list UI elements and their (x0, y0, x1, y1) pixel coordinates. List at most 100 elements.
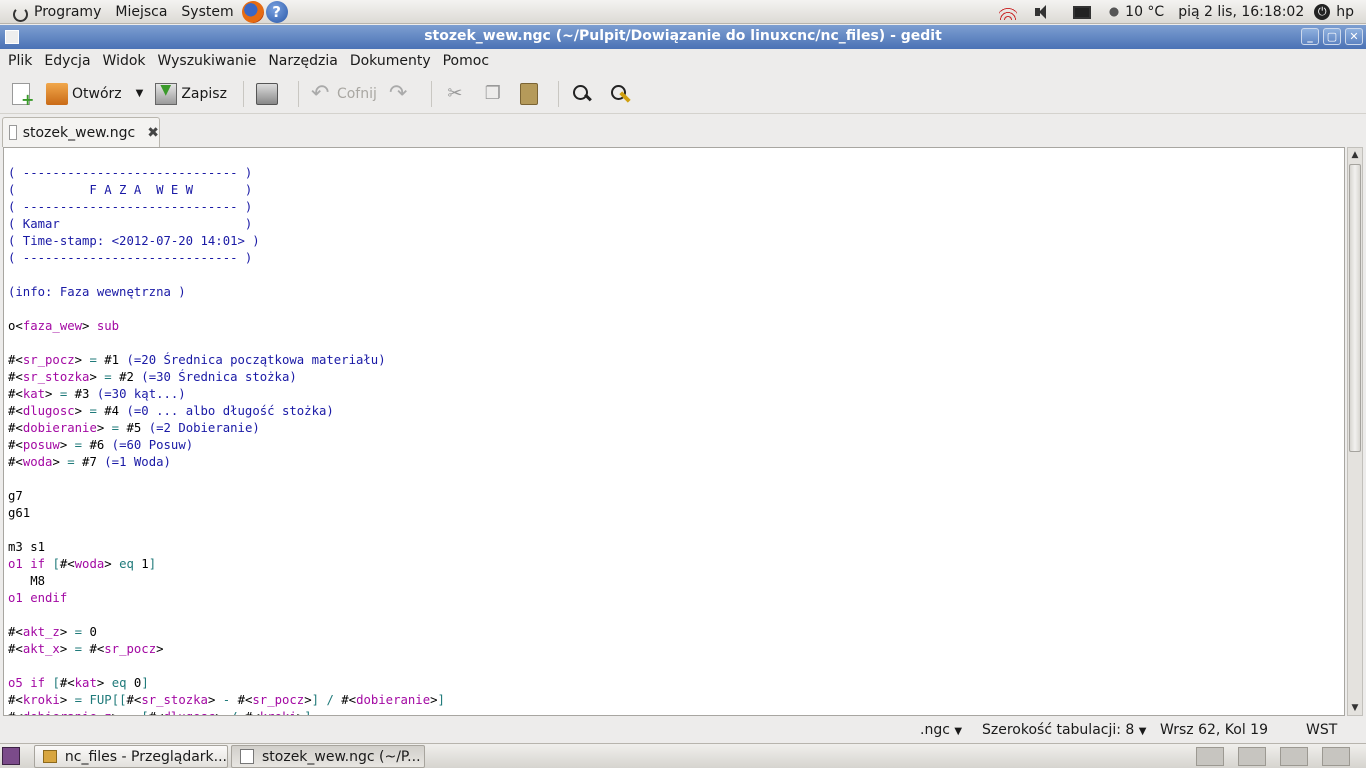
tab-stozek-wew[interactable]: stozek_wew.ngc ✖ (2, 117, 160, 147)
language-label: .ngc (920, 722, 950, 738)
printer-icon (255, 82, 278, 105)
paste-button[interactable] (516, 76, 546, 112)
wifi-icon[interactable] (999, 4, 1018, 20)
cut-button[interactable]: ✂ (440, 76, 474, 112)
firefox-launcher-icon[interactable] (241, 0, 264, 23)
code-line[interactable]: ( ----------------------------- ) (8, 199, 445, 216)
scroll-down-arrow-icon[interactable]: ▼ (1348, 701, 1362, 715)
volume-icon[interactable] (1033, 4, 1051, 20)
find-button[interactable] (567, 76, 601, 112)
window-titlebar[interactable]: stozek_wew.ngc (~/Pulpit/Dowiązanie do l… (0, 25, 1366, 49)
workspace-1[interactable] (1196, 747, 1224, 766)
clock[interactable]: pią 2 lis, 16:18:02 (1178, 4, 1304, 20)
code-line[interactable]: ( Kamar ) (8, 216, 445, 233)
close-tab-icon[interactable]: ✖ (147, 125, 159, 141)
save-label: Zapisz (181, 85, 227, 102)
weather-temperature[interactable]: 10 °C (1125, 4, 1164, 20)
help-icon[interactable]: ? (265, 0, 288, 23)
code-line[interactable]: ​ (8, 267, 445, 284)
menu-edycja[interactable]: Edycja (44, 53, 90, 69)
code-line[interactable]: #<dlugosc> = #4 (=0 ... albo długość sto… (8, 403, 445, 420)
weather-icon (1107, 5, 1122, 19)
menu-wyszukiwanie[interactable]: Wyszukiwanie (158, 53, 257, 69)
save-icon (155, 82, 178, 105)
text-document-icon (9, 125, 17, 140)
code-line[interactable]: o1 if [#<woda> eq 1] (8, 556, 445, 573)
code-line[interactable]: o5 if [#<kat> eq 0] (8, 675, 445, 692)
menu-pomoc[interactable]: Pomoc (443, 53, 489, 69)
code-line[interactable]: (info: Faza wewnętrzna ) (8, 284, 445, 301)
code-content[interactable]: ( ----------------------------- )( F A Z… (8, 165, 445, 715)
menu-narzedzia[interactable]: Narzędzia (268, 53, 337, 69)
code-line[interactable]: ​ (8, 301, 445, 318)
code-line[interactable]: m3 s1 (8, 539, 445, 556)
code-line[interactable]: #<sr_stozka> = #2 (=30 Średnica stożka) (8, 369, 445, 386)
tab-width-selector[interactable]: Szerokość tabulacji: 8 ▼ (982, 722, 1146, 738)
scrollbar-thumb[interactable] (1349, 164, 1361, 452)
statusbar: .ngc ▼ Szerokość tabulacji: 8 ▼ Wrsz 62,… (0, 718, 1366, 742)
code-line[interactable]: ​ (8, 471, 445, 488)
find-replace-button[interactable] (605, 76, 639, 112)
workspace-4[interactable] (1322, 747, 1350, 766)
code-line[interactable]: o<faza_wew> sub (8, 318, 445, 335)
undo-arrow-icon: ↶ (310, 80, 330, 106)
code-line[interactable]: #<kroki> = FUP[[#<sr_stozka> - #<sr_pocz… (8, 692, 445, 709)
code-line[interactable]: #<woda> = #7 (=1 Woda) (8, 454, 445, 471)
code-line[interactable]: #<dobieranie_z> = [#<dlugosc> / #<kroki>… (8, 709, 445, 715)
code-line[interactable]: #<sr_pocz> = #1 (=20 Średnica początkowa… (8, 352, 445, 369)
code-line[interactable]: ( Time-stamp: <2012-07-20 14:01> ) (8, 233, 445, 250)
code-line[interactable]: g7 (8, 488, 445, 505)
code-line[interactable]: ​ (8, 335, 445, 352)
show-desktop-icon[interactable] (2, 747, 20, 765)
undo-button[interactable]: ↶ Cofnij (307, 76, 381, 112)
close-window-button[interactable]: ✕ (1345, 28, 1363, 45)
user-name[interactable]: hp (1336, 4, 1354, 20)
menu-system[interactable]: System (181, 4, 233, 20)
menu-widok[interactable]: Widok (103, 53, 146, 69)
undo-label: Cofnij (336, 85, 377, 102)
user-power-icon[interactable]: ⏻ (1314, 4, 1331, 20)
applications-menu[interactable]: Programy Miejsca System ? (0, 0, 292, 24)
code-line[interactable]: g61 (8, 505, 445, 522)
language-selector[interactable]: .ngc ▼ (920, 722, 962, 738)
code-line[interactable]: ​ (8, 607, 445, 624)
save-button[interactable]: Zapisz (151, 76, 231, 112)
code-line[interactable]: #<posuw> = #6 (=60 Posuw) (8, 437, 445, 454)
tab-width-label: Szerokość tabulacji: 8 (982, 722, 1135, 738)
new-document-button[interactable] (8, 76, 38, 112)
chevron-down-icon[interactable]: ▼ (136, 88, 144, 99)
scroll-up-arrow-icon[interactable]: ▲ (1348, 148, 1362, 162)
print-button[interactable] (252, 76, 286, 112)
text-editor[interactable]: ( ----------------------------- )( F A Z… (3, 147, 1345, 716)
copy-button[interactable]: ❐ (478, 76, 512, 112)
code-line[interactable]: ( ----------------------------- ) (8, 250, 445, 267)
menu-dokumenty[interactable]: Dokumenty (350, 53, 431, 69)
code-line[interactable]: ​ (8, 522, 445, 539)
code-line[interactable]: ( F A Z A W E W ) (8, 182, 445, 199)
code-line[interactable]: M8 (8, 573, 445, 590)
redo-button[interactable]: ↷ (385, 76, 419, 112)
code-line[interactable]: #<dobieranie> = #5 (=2 Dobieranie) (8, 420, 445, 437)
menu-plik[interactable]: Plik (8, 53, 32, 69)
code-line[interactable]: o1 endif (8, 590, 445, 607)
code-line[interactable]: #<akt_z> = 0 (8, 624, 445, 641)
code-line[interactable]: #<kat> = #3 (=30 kąt...) (8, 386, 445, 403)
vertical-scrollbar[interactable]: ▲ ▼ (1347, 147, 1363, 716)
code-line[interactable]: ( ----------------------------- ) (8, 165, 445, 182)
workspace-3[interactable] (1280, 747, 1308, 766)
taskbar-item-gedit[interactable]: stozek_wew.ngc (~/P... (231, 745, 425, 768)
maximize-button[interactable]: ▢ (1323, 28, 1341, 45)
code-line[interactable]: ​ (8, 658, 445, 675)
gnome-foot-icon (10, 3, 28, 22)
menu-miejsca[interactable]: Miejsca (115, 4, 167, 20)
insert-mode: WST (1306, 722, 1338, 738)
new-document-icon (12, 82, 34, 109)
toolbar-separator (430, 80, 432, 107)
open-button[interactable]: Otwórz ▼ (42, 76, 147, 112)
taskbar-item-file-browser[interactable]: nc_files - Przeglądark... (34, 745, 228, 768)
workspace-2[interactable] (1238, 747, 1266, 766)
minimize-button[interactable]: _ (1301, 28, 1319, 45)
mail-icon[interactable] (1073, 5, 1092, 19)
menu-programy[interactable]: Programy (34, 4, 101, 20)
code-line[interactable]: #<akt_x> = #<sr_pocz> (8, 641, 445, 658)
